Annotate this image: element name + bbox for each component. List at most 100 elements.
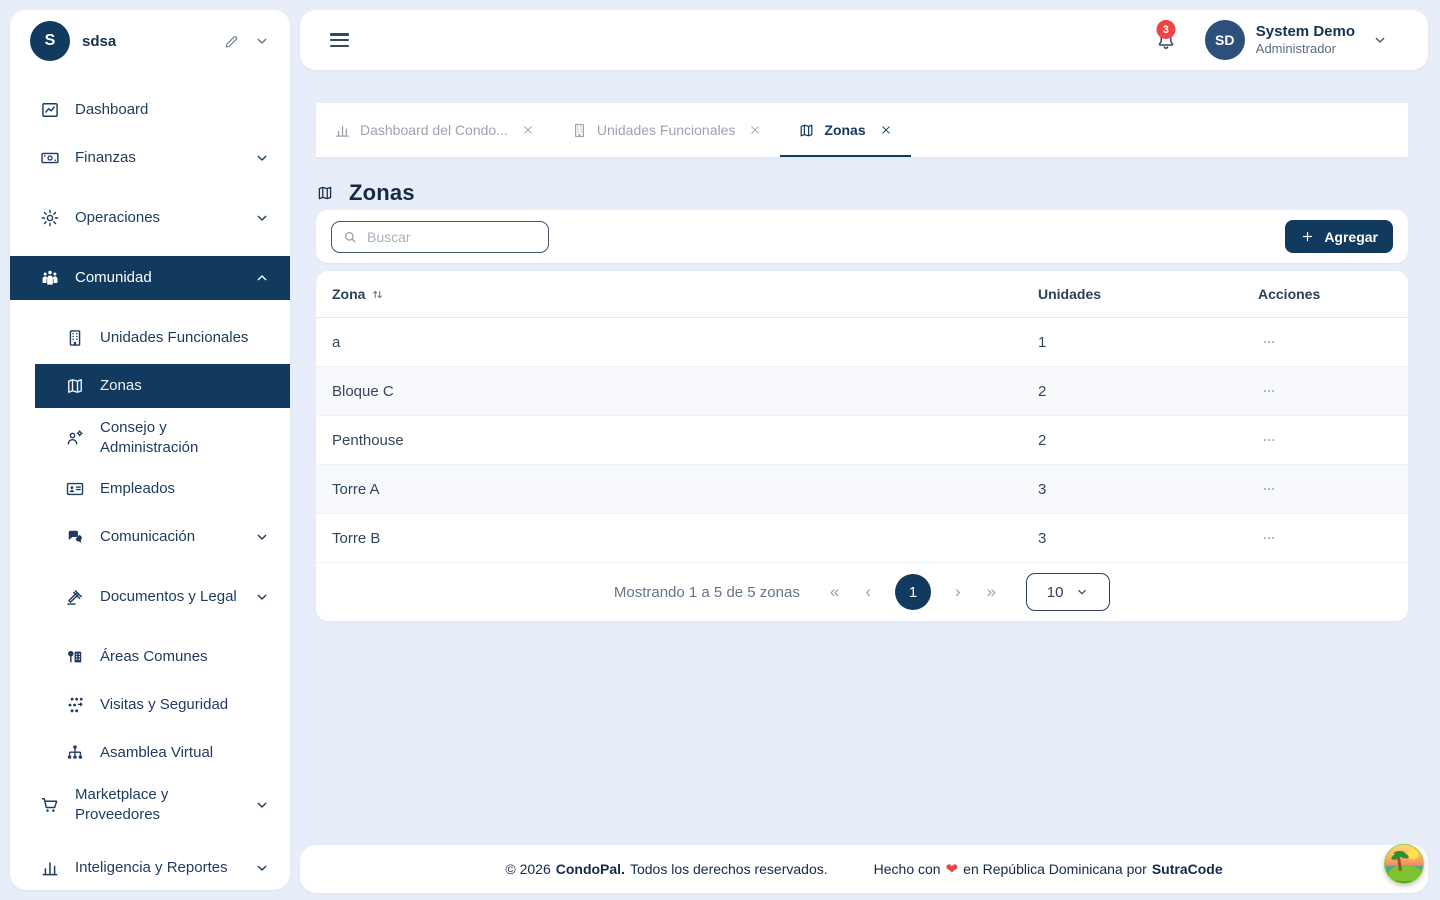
- sidebar-item-empleados[interactable]: Empleados: [35, 467, 290, 511]
- chevron-down-icon: [254, 150, 270, 166]
- row-actions-button[interactable]: [1258, 384, 1280, 398]
- edit-pencil-icon[interactable]: [223, 33, 240, 50]
- gavel-icon: [65, 587, 85, 607]
- sidebar-item-comunicacion[interactable]: Comunicación: [35, 515, 290, 559]
- unidades-cell: 1: [1038, 334, 1258, 351]
- search-icon: [342, 229, 358, 245]
- sidebar-item-visitas-seguridad[interactable]: Visitas y Seguridad: [35, 683, 290, 727]
- shopping-cart-icon: [40, 795, 60, 815]
- notification-badge: 3: [1156, 20, 1175, 39]
- next-page-button[interactable]: ›: [953, 582, 963, 602]
- sidebar-item-label: Operaciones: [75, 208, 160, 228]
- chevron-down-icon: [1075, 585, 1089, 599]
- top-header: 3 SD System Demo Administrador: [300, 10, 1428, 70]
- sidebar-item-unidades-funcionales[interactable]: Unidades Funcionales: [35, 316, 290, 360]
- building-icon: [571, 122, 588, 139]
- row-actions-button[interactable]: [1258, 482, 1280, 496]
- column-header-unidades: Unidades: [1038, 286, 1258, 302]
- sidebar-item-asamblea-virtual[interactable]: Asamblea Virtual: [35, 731, 290, 775]
- chevron-up-icon: [254, 270, 270, 286]
- row-actions-button[interactable]: [1258, 531, 1280, 545]
- close-icon[interactable]: [521, 123, 535, 137]
- row-actions-button[interactable]: [1258, 433, 1280, 447]
- chevron-down-icon: [254, 210, 270, 226]
- user-menu[interactable]: SD System Demo Administrador: [1205, 20, 1388, 60]
- footer-made-middle: en República Dominicana por: [963, 861, 1147, 877]
- table-row: Torre A 3: [316, 465, 1408, 514]
- last-page-button[interactable]: »: [985, 582, 998, 602]
- sidebar-item-label: Dashboard: [75, 100, 148, 120]
- notifications-button[interactable]: 3: [1155, 29, 1177, 51]
- footer-brand: CondoPal.: [556, 861, 625, 877]
- workspace-name: sdsa: [82, 33, 223, 50]
- avatar: SD: [1205, 20, 1245, 60]
- sidebar-item-dashboard[interactable]: Dashboard: [10, 88, 290, 132]
- sidebar-item-zonas[interactable]: Zonas: [35, 364, 290, 408]
- search-input[interactable]: [367, 229, 538, 245]
- gear-icon: [40, 208, 60, 228]
- map-icon: [798, 122, 815, 139]
- first-page-button[interactable]: «: [828, 582, 841, 602]
- workspace-avatar: S: [30, 21, 70, 61]
- unidades-cell: 3: [1038, 481, 1258, 498]
- palm-frond: [1394, 851, 1405, 856]
- table-row: a 1: [316, 318, 1408, 367]
- palm-tree-icon: [1397, 857, 1401, 871]
- sidebar-item-label: Documentos y Legal: [100, 587, 237, 607]
- tab-label: Zonas: [824, 122, 865, 138]
- sort-icon[interactable]: [370, 287, 385, 302]
- user-name: System Demo: [1256, 23, 1355, 41]
- row-actions-button[interactable]: [1258, 335, 1280, 349]
- chevron-down-icon: [254, 589, 270, 605]
- workspace-chevron-down-icon[interactable]: [254, 33, 270, 49]
- toolbar: Agregar: [316, 210, 1408, 263]
- tab-dashboard-del-condominio[interactable]: Dashboard del Condo...: [316, 103, 553, 157]
- sidebar-item-operaciones[interactable]: Operaciones: [10, 196, 290, 240]
- plus-icon: [1300, 229, 1315, 244]
- sidebar-item-label: Consejo y Administración: [100, 418, 260, 457]
- hamburger-menu-icon[interactable]: [330, 33, 349, 47]
- tropical-island-badge[interactable]: [1384, 844, 1424, 884]
- unidades-cell: 2: [1038, 383, 1258, 400]
- sidebar-item-label: Asamblea Virtual: [100, 743, 213, 763]
- footer-rights: Todos los derechos reservados.: [630, 861, 828, 877]
- heart-icon: ❤: [946, 860, 959, 878]
- column-header-zona[interactable]: Zona: [332, 286, 365, 302]
- main-content: Dashboard del Condo... Unidades Funciona…: [316, 103, 1408, 157]
- search-box: [331, 221, 549, 253]
- sidebar-item-documentos-legal[interactable]: Documentos y Legal: [35, 575, 290, 619]
- sidebar-item-label: Zonas: [100, 376, 142, 396]
- open-tabs-bar: Dashboard del Condo... Unidades Funciona…: [316, 103, 1408, 157]
- table-row: Penthouse 2: [316, 416, 1408, 465]
- sidebar-item-areas-comunes[interactable]: Áreas Comunes: [35, 635, 290, 679]
- footer-author: SutraCode: [1152, 861, 1223, 877]
- footer-copyright-prefix: © 2026: [505, 861, 550, 877]
- footer-credit: Hecho con ❤ en República Dominicana por …: [874, 860, 1223, 878]
- sidebar-item-inteligencia-reportes[interactable]: Inteligencia y Reportes: [10, 846, 290, 890]
- sidebar-item-label: Inteligencia y Reportes: [75, 858, 228, 878]
- footer: © 2026 CondoPal. Todos los derechos rese…: [300, 845, 1428, 893]
- sidebar-item-consejo-administracion[interactable]: Consejo y Administración: [35, 412, 290, 463]
- table-row: Torre B 3: [316, 514, 1408, 563]
- zona-cell: Torre A: [316, 481, 1038, 498]
- footer-made-prefix: Hecho con: [874, 861, 941, 877]
- sidebar-item-comunidad[interactable]: Comunidad: [10, 256, 290, 300]
- close-icon[interactable]: [748, 123, 762, 137]
- sidebar-item-marketplace-proveedores[interactable]: Marketplace y Proveedores: [10, 779, 290, 830]
- user-role: Administrador: [1256, 41, 1355, 57]
- people-group-icon: [40, 268, 60, 288]
- sidebar-item-label: Marketplace y Proveedores: [75, 785, 235, 824]
- page-size-select[interactable]: 10: [1026, 573, 1110, 611]
- sidebar-item-finanzas[interactable]: Finanzas: [10, 136, 290, 180]
- previous-page-button[interactable]: ‹: [863, 582, 873, 602]
- current-page-button[interactable]: 1: [895, 574, 931, 610]
- unidades-cell: 3: [1038, 530, 1258, 547]
- add-button[interactable]: Agregar: [1285, 220, 1393, 253]
- chat-bubbles-icon: [65, 527, 85, 547]
- page-title-row: Zonas: [316, 180, 415, 206]
- pagination: Mostrando 1 a 5 de 5 zonas « ‹ 1 › » 10: [316, 563, 1408, 621]
- tab-unidades-funcionales[interactable]: Unidades Funcionales: [553, 103, 781, 157]
- chart-line-icon: [40, 100, 60, 120]
- tab-zonas[interactable]: Zonas: [780, 103, 910, 157]
- close-icon[interactable]: [879, 123, 893, 137]
